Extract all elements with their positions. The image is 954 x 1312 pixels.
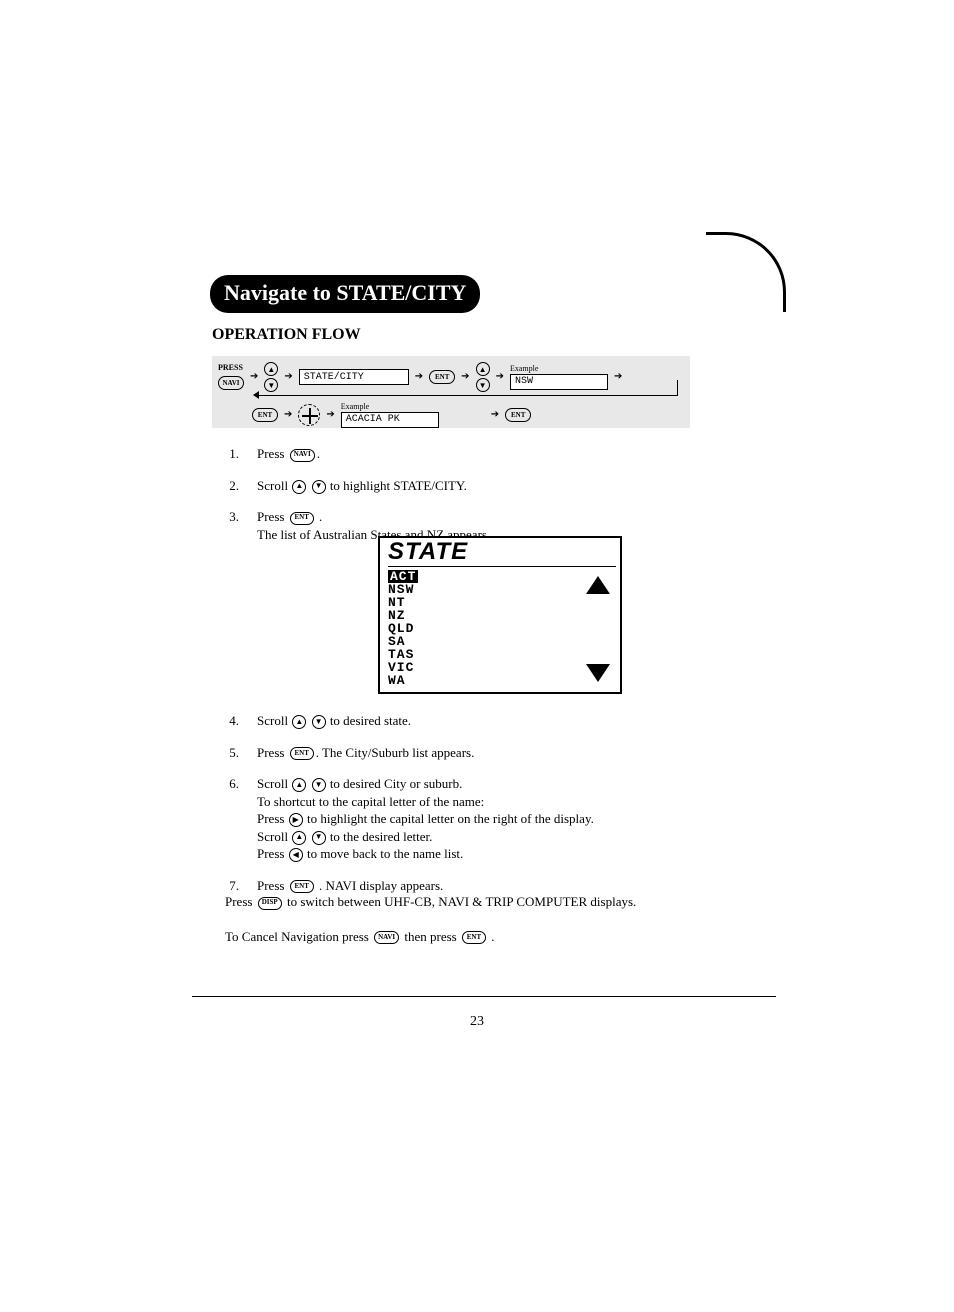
- down-icon: ▼: [312, 831, 326, 845]
- flow-row-2: ENT ➔ ➔ Example ACACIA PK ➔ ENT: [252, 400, 531, 430]
- lcd-title: STATE: [388, 538, 468, 566]
- arrow-right-icon: ➔: [326, 410, 334, 420]
- ent-button-icon: ENT: [505, 408, 531, 422]
- ent-button-icon: ENT: [252, 408, 278, 422]
- footer-rule: [192, 996, 776, 997]
- scroll-up-icon: [586, 576, 610, 594]
- lcd-item: WA: [388, 673, 406, 688]
- step-2: 2. Scroll ▲ ▼ to highlight STATE/CITY.: [225, 477, 695, 495]
- navi-button-icon: NAVI: [290, 449, 315, 462]
- ent-button-icon: ENT: [290, 747, 314, 760]
- step-6: 6. Scroll ▲ ▼ to desired City or suburb.…: [225, 775, 695, 863]
- example-label: Example: [510, 365, 608, 373]
- arrow-right-icon: ➔: [284, 410, 292, 420]
- navi-button-icon: NAVI: [218, 376, 244, 390]
- step-4: 4. Scroll ▲ ▼ to desired state.: [225, 712, 695, 730]
- page-title-pill: Navigate to STATE/CITY: [210, 275, 480, 313]
- step-1: 1. Press NAVI.: [225, 445, 695, 463]
- down-icon: ▼: [312, 480, 326, 494]
- up-icon: ▲: [292, 715, 306, 729]
- press-label: PRESS NAVI: [218, 364, 244, 390]
- down-icon: ▼: [312, 778, 326, 792]
- flow-return-arrow: [258, 380, 678, 396]
- page-number: 23: [0, 1014, 954, 1030]
- step-5: 5. Press ENT. The City/Suburb list appea…: [225, 744, 695, 762]
- arrow-right-icon: ➔: [491, 410, 499, 420]
- section-header: OPERATION FLOW: [212, 326, 361, 344]
- left-icon: ◀: [289, 848, 303, 862]
- up-icon: ▲: [292, 831, 306, 845]
- ent-button-icon: ENT: [462, 931, 486, 944]
- right-icon: ▶: [289, 813, 303, 827]
- down-icon: ▼: [312, 715, 326, 729]
- display-box: ACACIA PK: [341, 412, 439, 428]
- ent-button-icon: ENT: [290, 512, 314, 525]
- footer-notes: Press DISP to switch between UHF-CB, NAV…: [225, 892, 705, 948]
- dpad-icon: [298, 404, 320, 426]
- navi-button-icon: NAVI: [374, 931, 399, 944]
- steps-list-2: 4. Scroll ▲ ▼ to desired state. 5. Press…: [225, 712, 695, 908]
- flow-diagram: PRESS NAVI ➔ ▲▼ ➔ STATE/CITY ➔ ENT ➔ ▲▼ …: [212, 356, 690, 428]
- scroll-down-icon: [586, 664, 610, 682]
- lcd-screen: STATE ACT NSW NT NZ QLD SA TAS VIC WA: [378, 536, 622, 694]
- example-label: Example: [341, 403, 439, 411]
- up-icon: ▲: [292, 778, 306, 792]
- lcd-list: ACT NSW NT NZ QLD SA TAS VIC WA: [388, 570, 418, 687]
- frame-corner: [706, 232, 786, 312]
- disp-button-icon: DISP: [258, 897, 282, 910]
- up-icon: ▲: [292, 480, 306, 494]
- page: Navigate to STATE/CITY OPERATION FLOW PR…: [0, 0, 954, 1312]
